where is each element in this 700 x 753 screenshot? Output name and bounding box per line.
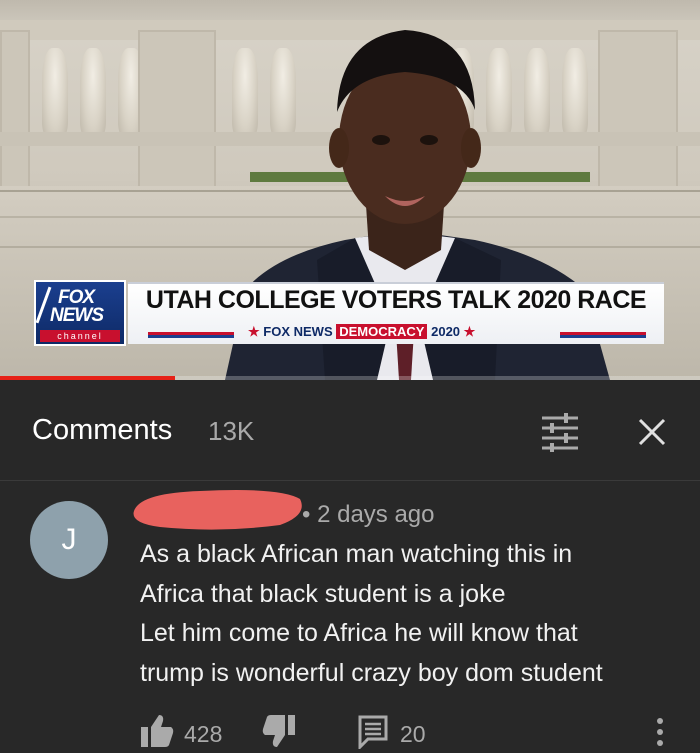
- meta-separator: •: [302, 501, 311, 528]
- reply-count: 20: [400, 721, 426, 747]
- news-chyron: FOX NEWS channel UTAH COLLEGE VOTERS TAL…: [28, 276, 668, 346]
- comments-title: Comments: [32, 414, 173, 446]
- comment-line: trump is wonderful crazy boy dom student: [140, 658, 603, 687]
- comment-actions: 428 20: [0, 713, 700, 753]
- more-vert-icon[interactable]: [652, 715, 668, 749]
- thumbs-up-icon[interactable]: [140, 713, 174, 749]
- thumbs-down-icon[interactable]: [262, 713, 296, 749]
- chyron-brand: FOX NEWS: [263, 324, 333, 339]
- comment-line: Africa that black student is a joke: [140, 579, 506, 608]
- logo-text: NEWS: [50, 305, 104, 326]
- video-player[interactable]: FOX NEWS channel UTAH COLLEGE VOTERS TAL…: [0, 0, 700, 380]
- comments-header: Comments 13K: [0, 380, 700, 480]
- chyron-banner: UTAH COLLEGE VOTERS TALK 2020 RACE ★ FOX…: [128, 282, 664, 344]
- close-icon[interactable]: [630, 410, 674, 454]
- baluster: [42, 48, 68, 140]
- chyron-headline: UTAH COLLEGE VOTERS TALK 2020 RACE: [145, 286, 647, 314]
- avatar[interactable]: J: [30, 501, 108, 579]
- comment-line: As a black African man watching this in: [140, 540, 573, 568]
- reply-icon[interactable]: [358, 713, 388, 749]
- logo-channel-text: channel: [40, 330, 120, 342]
- comment-text: As a black African man watching this in …: [140, 535, 680, 693]
- baluster: [80, 48, 106, 140]
- comment-time: 2 days ago: [317, 501, 435, 528]
- fox-news-logo: FOX NEWS channel: [34, 280, 126, 346]
- chyron-subbar: ★ FOX NEWS DEMOCRACY 2020 ★: [128, 324, 664, 342]
- like-count: 428: [184, 721, 223, 747]
- comment-meta: • 2 days ago: [302, 501, 435, 529]
- comment-item: J • 2 days ago As a black African man wa…: [0, 481, 700, 751]
- chyron-year: 2020: [431, 324, 461, 339]
- pillar: [0, 30, 30, 190]
- chyron-sub-text: ★ FOX NEWS DEMOCRACY 2020 ★: [248, 324, 476, 339]
- comments-count: 13K: [208, 416, 255, 446]
- redacted-username: [133, 490, 302, 530]
- comment-line: Let him come to Africa he will know that: [140, 619, 578, 647]
- chyron-badge: DEMOCRACY: [336, 324, 428, 339]
- sort-filter-icon[interactable]: [538, 412, 582, 452]
